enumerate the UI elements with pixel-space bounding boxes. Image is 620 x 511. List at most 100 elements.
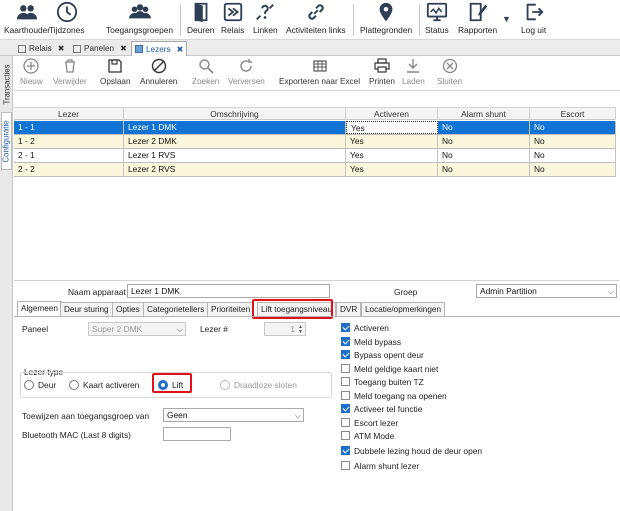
tab-dvr[interactable]: DVR xyxy=(336,302,362,316)
checkbox-escort-lezer[interactable] xyxy=(341,418,350,427)
nieuw-button[interactable]: Nieuw xyxy=(20,58,43,86)
column-header-escort[interactable]: Escort xyxy=(530,108,616,120)
monitor-icon xyxy=(426,2,447,22)
tab-prioriteiten[interactable]: Prioriteiten xyxy=(207,302,255,316)
checkbox-meld-bypass[interactable] xyxy=(341,337,350,346)
bluetooth-input[interactable] xyxy=(163,427,231,441)
column-header-alarm-shunt[interactable]: Alarm shunt xyxy=(438,108,530,120)
table-row[interactable]: 2 - 1 Lezer 1 RVS Yes No No xyxy=(14,149,616,163)
laden-button[interactable]: Laden xyxy=(402,58,425,86)
plattegronden-button[interactable]: Plattegronden xyxy=(360,1,412,35)
radio-kaart-activeren[interactable] xyxy=(69,380,79,390)
close-icon[interactable]: ✖ xyxy=(177,45,184,54)
rapporten-button[interactable]: Rapporten xyxy=(458,1,497,35)
cell-alarm-shunt: No xyxy=(438,163,530,176)
kaarthouder-button[interactable]: Kaarthouder xyxy=(4,1,50,35)
opslaan-button[interactable]: Opslaan xyxy=(100,58,131,86)
checkbox-atm-mode[interactable] xyxy=(341,431,350,440)
opslaan-label: Opslaan xyxy=(100,77,131,86)
zoeken-button[interactable]: Zoeken xyxy=(192,58,219,86)
stepper-arrows-icon: ▲ ▼ xyxy=(298,324,303,335)
table-row[interactable]: 1 - 1 Lezer 1 DMK Yes No No xyxy=(14,121,616,135)
checkbox-activeren[interactable] xyxy=(341,323,350,332)
verversen-button[interactable]: Verversen xyxy=(228,58,265,86)
checkbox-meld-geldige-kaart-niet[interactable] xyxy=(341,364,350,373)
relais-button[interactable]: Relais xyxy=(221,1,244,35)
deuren-button[interactable]: Deuren xyxy=(187,1,214,35)
tab-opties[interactable]: Opties xyxy=(112,302,144,316)
exporteren-button[interactable]: Exporteren naar Excel xyxy=(279,58,360,86)
tab-relais[interactable]: Relais ✖ xyxy=(15,41,67,56)
linken-button[interactable]: Linken xyxy=(253,1,278,35)
checkbox-bypass-opent-deur[interactable] xyxy=(341,350,350,359)
tab-panel-border xyxy=(14,316,620,317)
sluiten-button[interactable]: Sluiten xyxy=(437,58,462,86)
checkbox-toegang-buiten-tz[interactable] xyxy=(341,377,350,386)
grid-header: Lezer Omschrijving Activeren Alarm shunt… xyxy=(14,107,616,120)
chevron-down-icon[interactable]: ▼ xyxy=(502,14,511,24)
printen-button[interactable]: Printen xyxy=(369,58,395,86)
highlight-lift-radio xyxy=(152,373,192,393)
toewijzen-label: Toewijzen aan toegangsgroep van xyxy=(22,411,150,421)
checkbox-meld-toegang-na-openen[interactable] xyxy=(341,391,350,400)
cell-escort: No xyxy=(530,149,616,162)
side-tab-label: Transacties xyxy=(2,63,12,105)
checkbox-activeer-tel-functie[interactable] xyxy=(341,404,350,413)
tab-lezers[interactable]: Lezers ✖ xyxy=(131,41,188,56)
checkbox-alarm-shunt-lezer[interactable] xyxy=(341,461,350,470)
annuleren-button[interactable]: Annuleren xyxy=(140,58,177,86)
radio-draadloze-sloten[interactable] xyxy=(220,380,230,390)
paneel-select[interactable]: Super 2 DMK ⌵ xyxy=(88,322,186,336)
radio-deur[interactable] xyxy=(24,380,34,390)
group-icon xyxy=(128,4,151,19)
column-header-omschrijving[interactable]: Omschrijving xyxy=(124,108,346,120)
table-row[interactable]: 1 - 2 Lezer 2 DMK Yes No No xyxy=(14,135,616,149)
relay-icon xyxy=(18,44,26,53)
side-tab-configuratie[interactable]: Configuratie xyxy=(1,112,12,170)
activiteiten-links-button[interactable]: Activiteiten links xyxy=(286,1,346,35)
verwijder-button[interactable]: Verwijder xyxy=(53,58,87,86)
clock-icon xyxy=(56,1,77,23)
refresh-icon xyxy=(240,59,253,72)
side-tab-transacties[interactable]: Transacties xyxy=(1,58,12,110)
cell-activeren: Yes xyxy=(346,149,438,162)
column-header-lezer[interactable]: Lezer xyxy=(14,108,124,120)
naam-apparaat-field[interactable]: Lezer 1 DMK xyxy=(127,284,330,298)
tab-panelen[interactable]: Panelen ✖ xyxy=(70,41,130,56)
cell-lezer: 2 - 1 xyxy=(14,149,124,162)
document-tabs: Relais ✖ Panelen ✖ Lezers ✖ xyxy=(0,40,620,56)
tab-locatie-opmerkingen[interactable]: Locatie/opmerkingen xyxy=(361,302,446,316)
cell-alarm-shunt: No xyxy=(438,149,530,162)
groep-value: Admin Partition xyxy=(480,286,537,296)
toewijzen-select[interactable]: Geen ⌵ xyxy=(163,408,304,422)
tab-deur-sturing[interactable]: Deur sturing xyxy=(60,302,113,316)
checkbox-toegang-buiten-tz-label: Toegang buiten TZ xyxy=(354,377,424,387)
main-toolbar: Kaarthouder Tijdzones Toegangsgroepen De… xyxy=(0,0,620,40)
naam-apparaat-label: Naam apparaat xyxy=(68,287,126,297)
toolbar-divider xyxy=(180,4,181,36)
cell-escort: No xyxy=(530,163,616,176)
chevron-down-icon: ⌵ xyxy=(176,325,183,334)
annuleren-label: Annuleren xyxy=(140,77,178,86)
lezer-nummer-stepper[interactable]: 1 ▲ ▼ xyxy=(264,322,306,336)
column-header-activeren[interactable]: Activeren xyxy=(346,108,438,120)
tijdzones-button[interactable]: Tijdzones xyxy=(49,1,85,35)
log-uit-button[interactable]: Log uit xyxy=(521,1,546,35)
table-row[interactable]: 2 - 2 Lezer 2 RVS Yes No No xyxy=(14,163,616,177)
groep-select[interactable]: Admin Partition ⌵ xyxy=(476,284,617,298)
tab-categorietellers[interactable]: Categorietellers xyxy=(143,302,209,316)
nieuw-label: Nieuw xyxy=(20,77,43,86)
status-button[interactable]: Status xyxy=(425,1,449,35)
checkbox-dubbele-lezing[interactable] xyxy=(341,446,350,455)
tijdzones-label: Tijdzones xyxy=(49,25,85,35)
save-icon xyxy=(108,59,122,73)
toegangsgroepen-button[interactable]: Toegangsgroepen xyxy=(106,1,173,35)
bluetooth-label: Bluetooth MAC (Last 8 digits) xyxy=(22,430,131,440)
link-question-icon xyxy=(256,4,275,20)
close-icon[interactable]: ✖ xyxy=(58,44,65,53)
close-icon[interactable]: ✖ xyxy=(120,44,127,53)
tab-algemeen[interactable]: Algemeen xyxy=(17,301,62,316)
toolbar-divider xyxy=(419,4,420,36)
kaarthouder-label: Kaarthouder xyxy=(4,25,51,35)
cell-omschrijving: Lezer 1 DMK xyxy=(124,121,346,134)
